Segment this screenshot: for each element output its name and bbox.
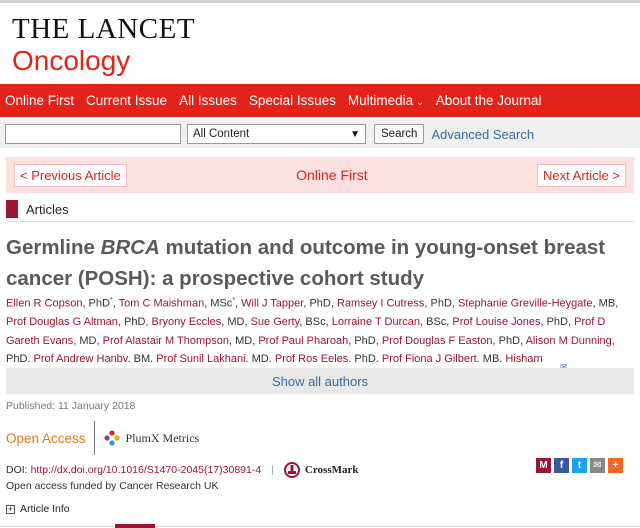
nav-all-issues[interactable]: All Issues <box>179 93 237 108</box>
search-bar: All Content ▼ Search Advanced Search <box>0 120 640 148</box>
email-icon[interactable]: ✉ <box>590 458 605 473</box>
author-link[interactable]: Prof Fiona J Gilbert <box>382 353 477 362</box>
author-degree: , MD <box>228 334 253 347</box>
facebook-icon[interactable]: f <box>554 458 569 473</box>
author-degree: , MB <box>476 353 500 362</box>
author-link[interactable]: Ellen R Copson <box>6 298 82 310</box>
author-degree: , MD <box>221 316 245 329</box>
article-title-gene: BRCA <box>100 236 160 259</box>
mendeley-icon[interactable]: M <box>536 458 551 473</box>
author-link[interactable]: Prof Alastair M Thompson <box>103 335 229 347</box>
tab-divider <box>0 526 640 527</box>
chevron-down-icon: ⌄ <box>416 97 424 107</box>
author-degree: , BM <box>127 353 151 362</box>
plumx-metrics-link[interactable]: PlumX Metrics <box>103 429 200 447</box>
article-title-pre: Germline <box>6 236 101 259</box>
author-degree: , PhD <box>540 316 568 329</box>
author-degree: , PhD <box>303 297 331 310</box>
doi-row: DOI: http://dx.doi.org/10.1016/S1470-204… <box>6 462 359 478</box>
author-degree: , MD <box>245 353 269 362</box>
author-list: Ellen R Copson, PhD*, Tom C Maishman, MS… <box>6 292 624 362</box>
published-date: Published: 11 January 2018 <box>6 400 136 412</box>
author-degree: , MD <box>73 334 97 347</box>
search-scope-select[interactable]: All Content ▼ <box>187 124 366 144</box>
author-link[interactable]: Will J Tapper <box>241 298 303 310</box>
advanced-search-link[interactable]: Advanced Search <box>431 127 534 142</box>
nav-multimedia[interactable]: Multimedia ⌄ <box>348 93 424 108</box>
author-link[interactable]: Prof Ros Eeles <box>275 353 348 362</box>
author-link[interactable]: Stephanie Greville-Heygate <box>458 298 593 310</box>
author-footnote-marker: * <box>109 297 113 304</box>
article-info-label: Article Info <box>20 503 70 515</box>
main-nav: Online First Current Issue All Issues Sp… <box>0 84 640 117</box>
author-link[interactable]: Prof Andrew Hanby <box>34 353 128 362</box>
author-link[interactable]: Hisham <box>505 353 542 362</box>
more-icon[interactable]: + <box>608 458 623 473</box>
funding-note: Open access funded by Cancer Research UK <box>6 480 219 492</box>
nav-multimedia-label: Multimedia <box>347 93 414 108</box>
nav-online-first[interactable]: Online First <box>5 93 74 108</box>
author-link[interactable]: Prof Sunil Lakhani <box>156 353 245 362</box>
top-rule <box>0 0 640 3</box>
journal-logo-line1: THE LANCET <box>12 13 195 45</box>
nav-special-issues[interactable]: Special Issues <box>249 93 336 108</box>
nav-current-issue[interactable]: Current Issue <box>86 93 167 108</box>
previous-article-button[interactable]: < Previous Article <box>14 163 127 187</box>
author-degree: , MB <box>592 297 616 310</box>
section-label: Articles <box>26 201 69 217</box>
author-degree: , PhD <box>348 353 376 362</box>
author-footnote-marker: * <box>232 297 236 304</box>
doi-label: DOI: <box>6 464 28 476</box>
nav-about-journal[interactable]: About the Journal <box>436 93 542 108</box>
section-marker <box>6 200 18 218</box>
author-link[interactable]: Prof Paul Pharoah <box>258 335 348 347</box>
author-degree: , PhD <box>492 334 521 347</box>
active-tab-indicator <box>115 524 155 528</box>
author-link[interactable]: Sue Gerty <box>251 316 300 328</box>
divider <box>93 421 95 455</box>
article-navigation: < Previous Article Online First Next Art… <box>6 157 634 193</box>
show-all-authors-button[interactable]: Show all authors <box>6 368 634 394</box>
author-degree: , BSc <box>420 316 447 329</box>
author-degree: , PhD <box>117 316 146 329</box>
section-divider <box>6 221 634 222</box>
author-link[interactable]: Tom C Maishman <box>119 298 205 310</box>
article-title: Germline BRCA mutation and outcome in yo… <box>6 232 626 294</box>
article-info-toggle[interactable]: + Article Info <box>6 503 70 515</box>
crossmark-icon <box>283 462 300 478</box>
next-article-button[interactable]: Next Article > <box>537 163 626 187</box>
open-access-label: Open Access <box>6 430 86 446</box>
author-link[interactable]: Prof Louise Jones <box>452 316 540 328</box>
search-button[interactable]: Search <box>374 124 425 144</box>
journal-logo[interactable]: THE LANCET Oncology <box>12 14 195 78</box>
author-degree: , MSc <box>204 297 233 310</box>
author-link[interactable]: Ramsey I Cutress <box>337 298 424 310</box>
search-scope-value: All Content <box>193 128 250 140</box>
section-heading: Articles <box>6 200 69 218</box>
twitter-icon[interactable]: t <box>572 458 587 473</box>
expand-icon: + <box>6 503 15 514</box>
access-metrics-row: Open Access PlumX Metrics <box>6 421 199 455</box>
doi-link[interactable]: http://dx.doi.org/10.1016/S1470-2045(17)… <box>31 464 262 476</box>
author-link[interactable]: Lorraine T Durcan <box>332 316 420 328</box>
author-degree: , PhD <box>348 334 376 347</box>
journal-logo-line2: Oncology <box>12 45 131 76</box>
plumx-label: PlumX Metrics <box>125 430 200 445</box>
search-input[interactable] <box>5 124 181 144</box>
article-nav-title: Online First <box>296 167 368 183</box>
author-link[interactable]: Prof Douglas G Altman <box>6 316 118 328</box>
dropdown-arrow-icon: ▼ <box>350 128 360 140</box>
crossmark-link[interactable]: CrossMark <box>283 462 359 478</box>
author-degree: , BSc <box>299 316 326 329</box>
doi-separator: | <box>271 464 274 476</box>
author-link[interactable]: Alison M Dunning <box>526 335 612 347</box>
share-buttons: Mf t ✉ + <box>536 458 626 473</box>
crossmark-label: CrossMark <box>304 464 359 476</box>
author-degree: , PhD <box>82 297 110 310</box>
author-degree: , PhD <box>424 297 452 310</box>
plumx-icon <box>103 430 120 446</box>
author-link[interactable]: Prof Douglas F Easton <box>382 335 493 347</box>
author-link[interactable]: Bryony Eccles <box>152 316 222 328</box>
